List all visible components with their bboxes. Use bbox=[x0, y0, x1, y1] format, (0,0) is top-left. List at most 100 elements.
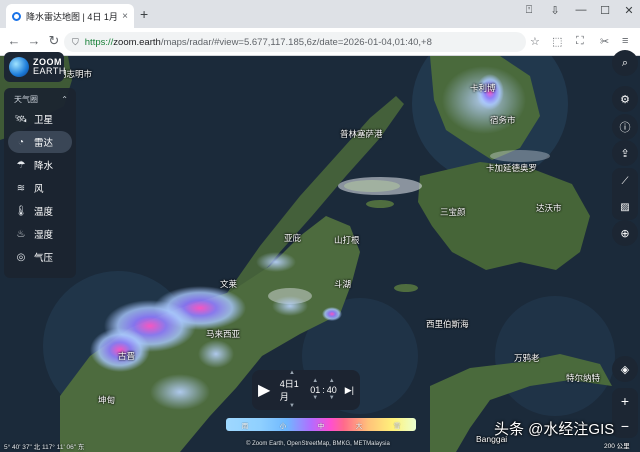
cut-icon[interactable]: ✂ bbox=[600, 35, 609, 48]
url-host: zoom.earth bbox=[113, 36, 161, 48]
address-bar[interactable]: ⛉ https:// zoom.earth /maps/radar/#view=… bbox=[64, 32, 526, 52]
layer-label: 气压 bbox=[34, 253, 54, 264]
layer-label: 风 bbox=[34, 184, 44, 195]
place-label: 卡加延德奥罗 bbox=[486, 163, 538, 173]
place-label: 坤甸 bbox=[98, 395, 116, 405]
cursor-coordinates: 5° 40' 37" 北 117° 11' 06" 东 bbox=[4, 444, 85, 451]
watermark: 头条 @水经注GIS bbox=[494, 421, 615, 438]
earth-icon bbox=[9, 57, 29, 77]
place-label: 西里伯斯海 bbox=[426, 319, 469, 329]
layer-label: 卫星 bbox=[34, 115, 54, 126]
wind-icon: ≋ bbox=[16, 182, 26, 194]
place-label: 达沃市 bbox=[536, 203, 562, 213]
place-label: 亚庇 bbox=[284, 233, 302, 243]
url-path: /maps/radar/#view=5.677,117.185,6z/date=… bbox=[160, 36, 432, 48]
share-button[interactable]: ⇪ bbox=[612, 140, 638, 166]
place-label: 山打根 bbox=[334, 235, 360, 245]
browser-toolbar: ← → ↻ ⛉ https:// zoom.earth /maps/radar/… bbox=[0, 28, 640, 56]
precipitation-icon: ☂ bbox=[16, 159, 26, 171]
profile-icon[interactable]: ⍞ bbox=[520, 4, 538, 17]
gear-icon: ⚙ bbox=[620, 93, 630, 106]
maximize-icon[interactable]: ☐ bbox=[596, 4, 614, 17]
legend-label: 大 bbox=[355, 422, 363, 430]
tab-title: 降水雷达地图 | 4日 1月, 01 bbox=[26, 11, 118, 22]
chevron-down-icon[interactable]: ▼ bbox=[329, 395, 335, 402]
layer-wind[interactable]: ≋ 风 bbox=[8, 177, 72, 199]
place-label: 三宝颜 bbox=[440, 207, 466, 217]
satellite-icon: 🛰 bbox=[14, 113, 28, 125]
extensions-icon[interactable]: ⬚ bbox=[552, 35, 562, 48]
chevron-up-icon[interactable]: ▲ bbox=[329, 378, 335, 385]
screenshot-icon[interactable]: ⛶ bbox=[576, 35, 584, 48]
place-label: 马来西亚 bbox=[206, 329, 241, 339]
chevron-up-icon[interactable]: ⌃ bbox=[61, 95, 68, 104]
close-tab-icon[interactable]: × bbox=[122, 11, 128, 22]
layers-button[interactable]: ◈ bbox=[612, 356, 638, 382]
map-attribution: © Zoom Earth, OpenStreetMap, BMKG, METMa… bbox=[246, 441, 390, 447]
skip-to-latest-icon[interactable]: ▶| bbox=[345, 385, 354, 396]
chevron-down-icon[interactable]: ▼ bbox=[289, 403, 295, 410]
humidity-icon: ♨ bbox=[16, 228, 26, 240]
layer-label: 降水 bbox=[34, 161, 54, 172]
layer-precipitation[interactable]: ☂ 降水 bbox=[8, 154, 72, 176]
layer-pressure[interactable]: ◎ 气压 bbox=[8, 246, 72, 268]
place-label: 宿务市 bbox=[490, 115, 516, 125]
layer-label: 温度 bbox=[34, 207, 54, 218]
pressure-icon: ◎ bbox=[16, 251, 26, 263]
ruler-icon: ⟋ bbox=[621, 175, 629, 187]
map-scale: 200 公里 bbox=[604, 443, 630, 450]
menu-icon[interactable]: ≡ bbox=[622, 35, 628, 47]
time-date[interactable]: 4日1月 bbox=[280, 377, 304, 403]
chevron-down-icon[interactable]: ▼ bbox=[312, 395, 318, 402]
time-minute[interactable]: 40 bbox=[327, 385, 337, 395]
info-icon: ⓘ bbox=[619, 122, 631, 134]
legend-label: 小 bbox=[279, 422, 287, 430]
browser-titlebar: 降水雷达地图 | 4日 1月, 01 × + ⍞ ⇩ — ☐ ✕ bbox=[0, 0, 640, 28]
place-label: 普林塞萨港 bbox=[340, 129, 383, 139]
pin-icon[interactable]: ⇩ bbox=[546, 4, 564, 17]
globe-icon bbox=[12, 11, 21, 21]
settings-button[interactable]: ⚙ bbox=[612, 86, 638, 112]
hatch-icon: ▨ bbox=[620, 201, 630, 213]
back-icon[interactable]: ← bbox=[6, 33, 22, 48]
place-label: 文莱 bbox=[220, 279, 238, 289]
layer-panel: 天气圈 ⌃ 🛰 卫星 ◔ 雷达 ☂ 降水 ≋ 风 🌡 温度 ♨ 湿度 ◎ 气压 bbox=[4, 88, 76, 278]
place-label: 斗湖 bbox=[334, 279, 352, 289]
place-label: 万鸦老 bbox=[514, 353, 540, 363]
temperature-icon: 🌡 bbox=[14, 205, 28, 217]
chevron-up-icon[interactable]: ▲ bbox=[312, 378, 318, 385]
legend-label: 中 bbox=[317, 422, 325, 430]
legend-label: 雪 bbox=[393, 422, 401, 430]
search-button[interactable]: ⌕ bbox=[612, 50, 638, 76]
layer-temperature[interactable]: 🌡 温度 bbox=[8, 200, 72, 222]
layer-satellite[interactable]: 🛰 卫星 bbox=[8, 108, 72, 130]
place-label: 古晋 bbox=[118, 351, 136, 361]
place-label: 特尔纳特 bbox=[566, 373, 601, 383]
locate-button[interactable]: ⊕ bbox=[612, 220, 638, 246]
layers-icon: ◈ bbox=[620, 363, 630, 376]
layer-humidity[interactable]: ♨ 湿度 bbox=[8, 223, 72, 245]
place-label: 卡利博 bbox=[470, 83, 496, 93]
play-icon[interactable]: ▶ bbox=[258, 380, 274, 400]
zoom-in-button[interactable]: + bbox=[612, 388, 638, 413]
close-window-icon[interactable]: ✕ bbox=[620, 4, 638, 17]
layer-radar[interactable]: ◔ 雷达 bbox=[8, 131, 72, 153]
time-hour[interactable]: 01 bbox=[310, 385, 320, 395]
radar-legend[interactable]: 雨 小 中 大 雪 bbox=[226, 418, 416, 431]
zoom-out-button[interactable]: − bbox=[612, 413, 638, 438]
chevron-up-icon[interactable]: ▲ bbox=[289, 370, 295, 377]
area-tool-button[interactable]: ▨ bbox=[612, 194, 638, 220]
radar-icon: ◔ bbox=[17, 136, 25, 148]
forward-icon[interactable]: → bbox=[26, 33, 42, 48]
layer-label: 湿度 bbox=[34, 230, 54, 241]
info-button[interactable]: ⓘ bbox=[612, 114, 638, 140]
zoom-earth-logo[interactable]: ZOOM EARTH bbox=[4, 52, 65, 82]
measure-tool-button[interactable]: ⟋ bbox=[612, 168, 638, 194]
reload-icon[interactable]: ↻ bbox=[46, 33, 62, 49]
new-tab-button[interactable]: + bbox=[140, 6, 148, 22]
star-icon[interactable]: ☆ bbox=[530, 35, 540, 48]
browser-tab[interactable]: 降水雷达地图 | 4日 1月, 01 × bbox=[6, 4, 134, 28]
shield-icon: ⛉ bbox=[72, 36, 79, 47]
share-icon: ⇪ bbox=[620, 147, 630, 160]
minimize-icon[interactable]: — bbox=[572, 4, 590, 16]
